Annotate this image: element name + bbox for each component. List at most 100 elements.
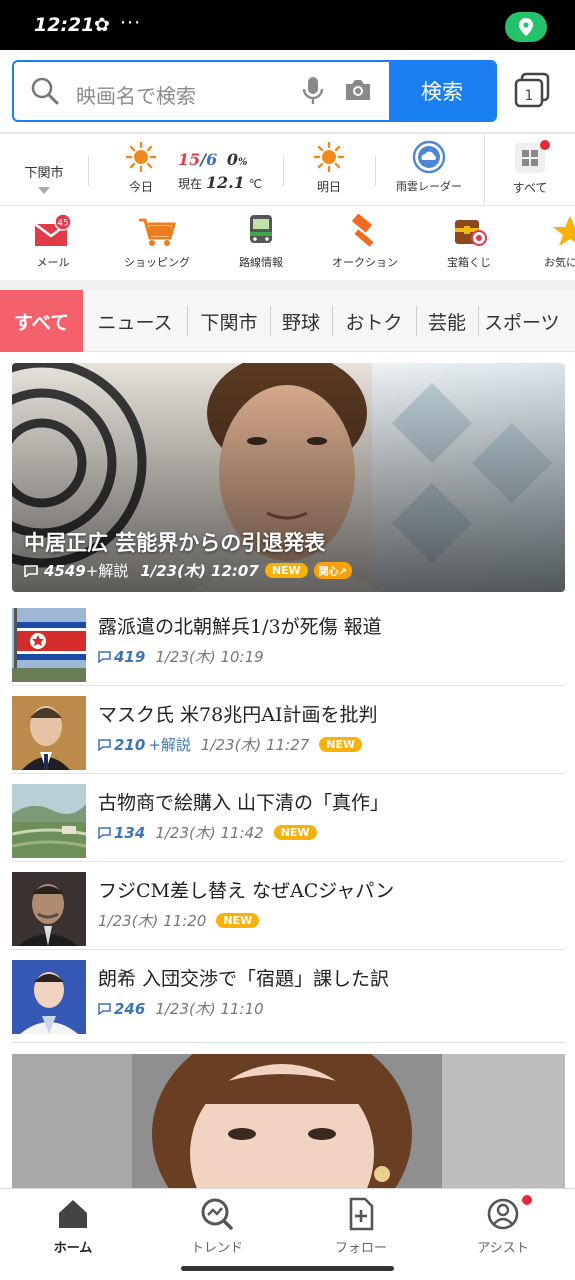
comment-count-value: 246	[114, 999, 146, 1018]
radar-label: 雨雲レーダー	[396, 180, 462, 193]
hero-meta: 4549+解説 1/23(木) 12:07 NEW 関心↗	[24, 560, 353, 581]
comment-icon	[98, 738, 111, 751]
tab-entertainment[interactable]: 芸能	[418, 290, 476, 352]
divider	[187, 306, 188, 336]
tab-news[interactable]: ニュース	[86, 290, 184, 352]
news-datetime: 1/23(木) 11:27	[200, 736, 310, 754]
news-item[interactable]: 朗希 入団交渉で「宿題」課した訳 246 1/23(木) 11:10	[12, 950, 565, 1038]
nav-home[interactable]: ホーム	[18, 1197, 128, 1256]
follow-icon	[349, 1197, 374, 1231]
temp-low: 6	[206, 150, 218, 169]
news-meta: 134 1/23(木) 11:42 NEW	[98, 822, 317, 843]
category-tabs: すべて ニュース 下関市 野球 おトク 芸能 スポーツ	[0, 290, 575, 352]
chevron-down-icon	[38, 187, 50, 194]
nav-follow[interactable]: フォロー	[306, 1197, 416, 1256]
new-badge: NEW	[319, 737, 363, 752]
pinwheel-icon: ✿	[94, 14, 110, 36]
news-item[interactable]: 古物商で絵購入 山下清の「真作」 134 1/23(木) 11:42 NEW	[12, 774, 565, 862]
comment-icon	[98, 826, 111, 839]
service-label: 路線情報	[239, 256, 283, 269]
precip-unit: %	[237, 157, 248, 168]
status-bar: 12:21 ✿ ···	[0, 0, 575, 50]
home-icon	[59, 1200, 87, 1228]
camera-icon[interactable]	[344, 78, 372, 106]
news-item[interactable]: マスク氏 米78兆円AI計画を批判 210 +解説 1/23(木) 11:27 N…	[12, 686, 565, 774]
weather-temps[interactable]: 15/6 0% 現在 12.1 ℃	[178, 134, 278, 206]
news-thumbnail	[12, 784, 86, 858]
new-badge: NEW	[216, 913, 260, 928]
user-icon	[487, 1198, 519, 1230]
hero-article-2[interactable]	[12, 1054, 565, 1194]
tab-all[interactable]: すべて	[0, 290, 83, 352]
hero-title: 中居正広 芸能界からの引退発表	[24, 530, 326, 555]
comment-count: 134	[98, 824, 145, 842]
all-services[interactable]: すべて	[498, 134, 562, 206]
comment-count: 419	[98, 648, 145, 666]
interest-badge: 関心↗	[313, 562, 353, 579]
star-icon	[553, 216, 575, 246]
rain-radar[interactable]: 雨雲レーダー	[386, 134, 472, 206]
weather-tomorrow[interactable]: 明日	[298, 134, 360, 206]
divider	[12, 1042, 565, 1043]
microphone-icon[interactable]	[302, 76, 324, 110]
news-title: 露派遣の北朝鮮兵1/3が死傷 報道	[98, 616, 382, 638]
comment-suffix: +解説	[148, 736, 191, 754]
service-favorites[interactable]: お気に	[528, 214, 575, 270]
hero-article[interactable]: 中居正広 芸能界からの引退発表 4549+解説 1/23(木) 12:07 NE…	[12, 363, 565, 592]
hero-comment-suffix: +解説	[85, 562, 129, 580]
shopping-cart-icon	[139, 218, 176, 246]
today-label: 今日	[128, 180, 153, 194]
divider	[0, 280, 575, 290]
train-icon	[250, 215, 272, 243]
news-datetime: 1/23(木) 11:42	[155, 824, 264, 842]
comment-count: 246	[98, 1000, 145, 1018]
tab-baseball[interactable]: 野球	[272, 290, 330, 352]
current-temp: 12.1	[205, 173, 245, 192]
radar-icon	[412, 140, 446, 174]
news-title: フジCM差し替え なぜACジャパン	[98, 880, 395, 902]
service-mail[interactable]: 45 メール	[8, 214, 98, 270]
current-unit: ℃	[248, 177, 263, 191]
service-transit[interactable]: 路線情報	[216, 214, 306, 270]
divider	[484, 134, 485, 206]
news-item[interactable]: フジCM差し替え なぜACジャパン 1/23(木) 11:20 NEW	[12, 862, 565, 950]
divider	[332, 306, 333, 336]
nav-trend[interactable]: トレンド	[162, 1197, 272, 1256]
tab-shimonoseki[interactable]: 下関市	[190, 290, 268, 352]
divider	[283, 156, 284, 186]
location-label: 下関市	[24, 166, 64, 181]
news-datetime: 1/23(木) 11:10	[155, 1000, 264, 1018]
hero-image	[12, 363, 565, 592]
search-box[interactable]: 映画名で検索 検索	[12, 60, 497, 122]
treasure-chest-icon	[455, 220, 487, 246]
tomorrow-label: 明日	[316, 180, 341, 194]
tab-deals[interactable]: おトク	[334, 290, 414, 352]
search-input[interactable]: 映画名で検索	[76, 80, 196, 109]
service-label: お気に	[544, 256, 575, 269]
browser-tabs-icon[interactable]: 1	[514, 72, 550, 112]
notification-dot	[540, 140, 550, 150]
service-lottery[interactable]: 宝箱くじ	[424, 214, 514, 270]
news-title: 古物商で絵購入 山下清の「真作」	[98, 792, 390, 814]
service-shopping[interactable]: ショッピング	[112, 214, 202, 270]
service-label: 宝箱くじ	[447, 256, 491, 269]
current-label: 現在	[178, 177, 203, 191]
mail-icon: 45	[34, 214, 72, 246]
nav-assist[interactable]: アシスト	[448, 1195, 558, 1256]
news-item[interactable]: 露派遣の北朝鮮兵1/3が死傷 報道 419 1/23(木) 10:19	[12, 598, 565, 686]
service-auction[interactable]: オークション	[320, 214, 410, 270]
comment-count-value: 134	[114, 823, 146, 842]
new-badge: NEW	[273, 825, 317, 840]
location-selector[interactable]: 下関市	[12, 134, 76, 206]
divider	[416, 306, 417, 336]
tab-sports[interactable]: スポーツ	[480, 290, 575, 352]
weather-today[interactable]: 今日	[110, 134, 172, 206]
svg-text:1: 1	[525, 88, 534, 104]
search-icon	[30, 76, 60, 110]
nav-label: フォロー	[334, 1241, 387, 1256]
search-button[interactable]: 検索	[389, 62, 495, 120]
search-row: 映画名で検索 検索 1	[0, 50, 575, 134]
news-datetime: 1/23(木) 11:20	[98, 912, 207, 930]
more-notifications-icon: ···	[120, 12, 142, 34]
divider	[270, 306, 271, 336]
